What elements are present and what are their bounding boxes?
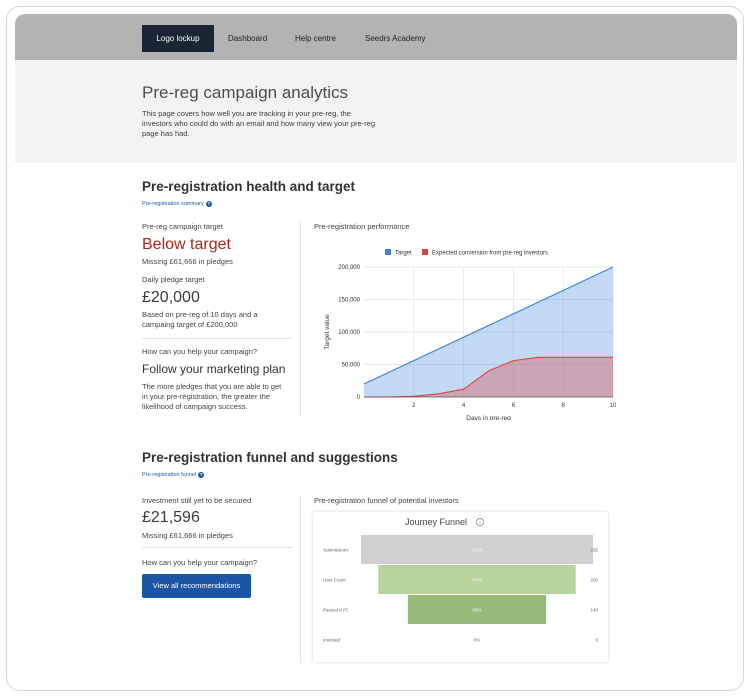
help-icon[interactable]: ?	[198, 472, 205, 478]
x-tick-label: 6	[512, 403, 516, 409]
performance-chart-caption: Pre-registration performance	[314, 222, 410, 231]
nav-help-centre[interactable]: Help centre	[295, 25, 336, 52]
page-frame: Logo lockup Dashboard Help centre Seedrs…	[6, 6, 744, 691]
funnel-percent-label: 0%	[474, 638, 481, 643]
funnel-category-label: User Count	[323, 578, 347, 583]
daily-target-value: £20,000	[142, 289, 200, 306]
help-icon[interactable]: ?	[205, 201, 212, 207]
funnel-category-label: Submissions	[323, 548, 349, 553]
y-tick-label: 50,000	[342, 363, 361, 369]
legend-swatch-1	[422, 249, 428, 255]
help-text: The more pledges that you are able to ge…	[142, 382, 282, 411]
health-summary-link-label[interactable]: Pre-registration summary	[142, 201, 204, 207]
divider	[142, 547, 292, 548]
funnel-category-label: Invested	[323, 638, 341, 643]
funnel-percent-label: 87%	[472, 578, 481, 583]
help-title: Follow your marketing plan	[142, 362, 286, 376]
page-description: This page covers how well you are tracki…	[142, 109, 376, 138]
invest-missing: Missing £61,666 in pledges	[142, 531, 233, 540]
legend-label-0: Target	[395, 251, 412, 257]
health-summary-link[interactable]: Pre-registration summary?	[142, 201, 212, 207]
x-tick-label: 4	[462, 403, 466, 409]
y-tick-label: 100,000	[338, 330, 360, 336]
y-tick-label: 0	[357, 395, 361, 401]
health-section-title: Pre-registration health and target	[142, 179, 356, 194]
funnel-category-label: Passed KYC	[323, 608, 349, 613]
y-tick-label: 150,000	[338, 298, 360, 304]
y-tick-label: 200,000	[338, 265, 360, 271]
page-title: Pre-reg campaign analytics	[142, 83, 348, 102]
help-question: How can you help your campaign?	[142, 347, 258, 356]
y-axis-label: Target value	[324, 314, 331, 350]
logo-lockup[interactable]: Logo lockup	[142, 25, 214, 52]
column-divider	[300, 221, 301, 417]
help-question: How can you help your campaign?	[142, 558, 258, 567]
x-tick-label: 10	[610, 403, 617, 409]
daily-target-label: Daily pledge target	[142, 275, 205, 284]
nav-seedrs-academy[interactable]: Seedrs Academy	[365, 25, 425, 52]
column-divider	[300, 495, 301, 663]
funnel-link[interactable]: Pre-registration funnel?	[142, 472, 205, 478]
view-recommendations-button[interactable]: View all recommendations	[142, 574, 251, 598]
funnel-title: Journey Funnel	[405, 517, 467, 527]
journey-funnel-card: Journey Funnel i Submissions 100% 235 User Co…	[313, 512, 608, 662]
nav-dashboard[interactable]: Dashboard	[228, 25, 267, 52]
journey-funnel-chart: Journey Funnel i Submissions 100% 235 User Co…	[323, 517, 598, 643]
top-navigation: Logo lockup Dashboard Help centre Seedrs…	[15, 14, 737, 60]
funnel-value-label: 0	[595, 638, 598, 643]
daily-target-note: Based on pre-reg of 10 days and a campai…	[142, 310, 258, 329]
funnel-link-label[interactable]: Pre-registration funnel	[142, 472, 196, 478]
target-missing: Missing £61,666 in pledges	[142, 257, 233, 266]
funnel-percent-label: 100%	[471, 548, 483, 553]
invest-label: Investment still yet to be secured	[142, 496, 252, 505]
funnel-chart-caption: Pre-registration funnel of potential inv…	[314, 496, 459, 505]
funnel-value-label: 200	[590, 578, 598, 583]
invest-value: £21,596	[142, 509, 200, 526]
legend-swatch-0	[385, 249, 391, 255]
target-status: Below target	[142, 236, 231, 253]
target-label: Pre-reg campaign target	[142, 222, 223, 231]
hero-banner: Pre-reg campaign analytics This page cov…	[15, 60, 737, 163]
x-tick-label: 2	[412, 403, 416, 409]
funnel-value-label: 235	[590, 548, 598, 553]
legend-label-1: Expected conversion from pre-reg investo…	[432, 251, 548, 257]
funnel-percent-label: 60%	[472, 608, 481, 613]
performance-chart: Target Expected conversion from pre-reg i…	[324, 249, 617, 420]
info-icon-glyph: i	[480, 520, 481, 525]
funnel-section-title: Pre-registration funnel and suggestions	[142, 450, 398, 465]
x-axis-label: Days in pre-reg	[466, 415, 511, 420]
funnel-value-label: 140	[590, 608, 598, 613]
divider	[142, 338, 292, 339]
x-tick-label: 8	[562, 403, 566, 409]
